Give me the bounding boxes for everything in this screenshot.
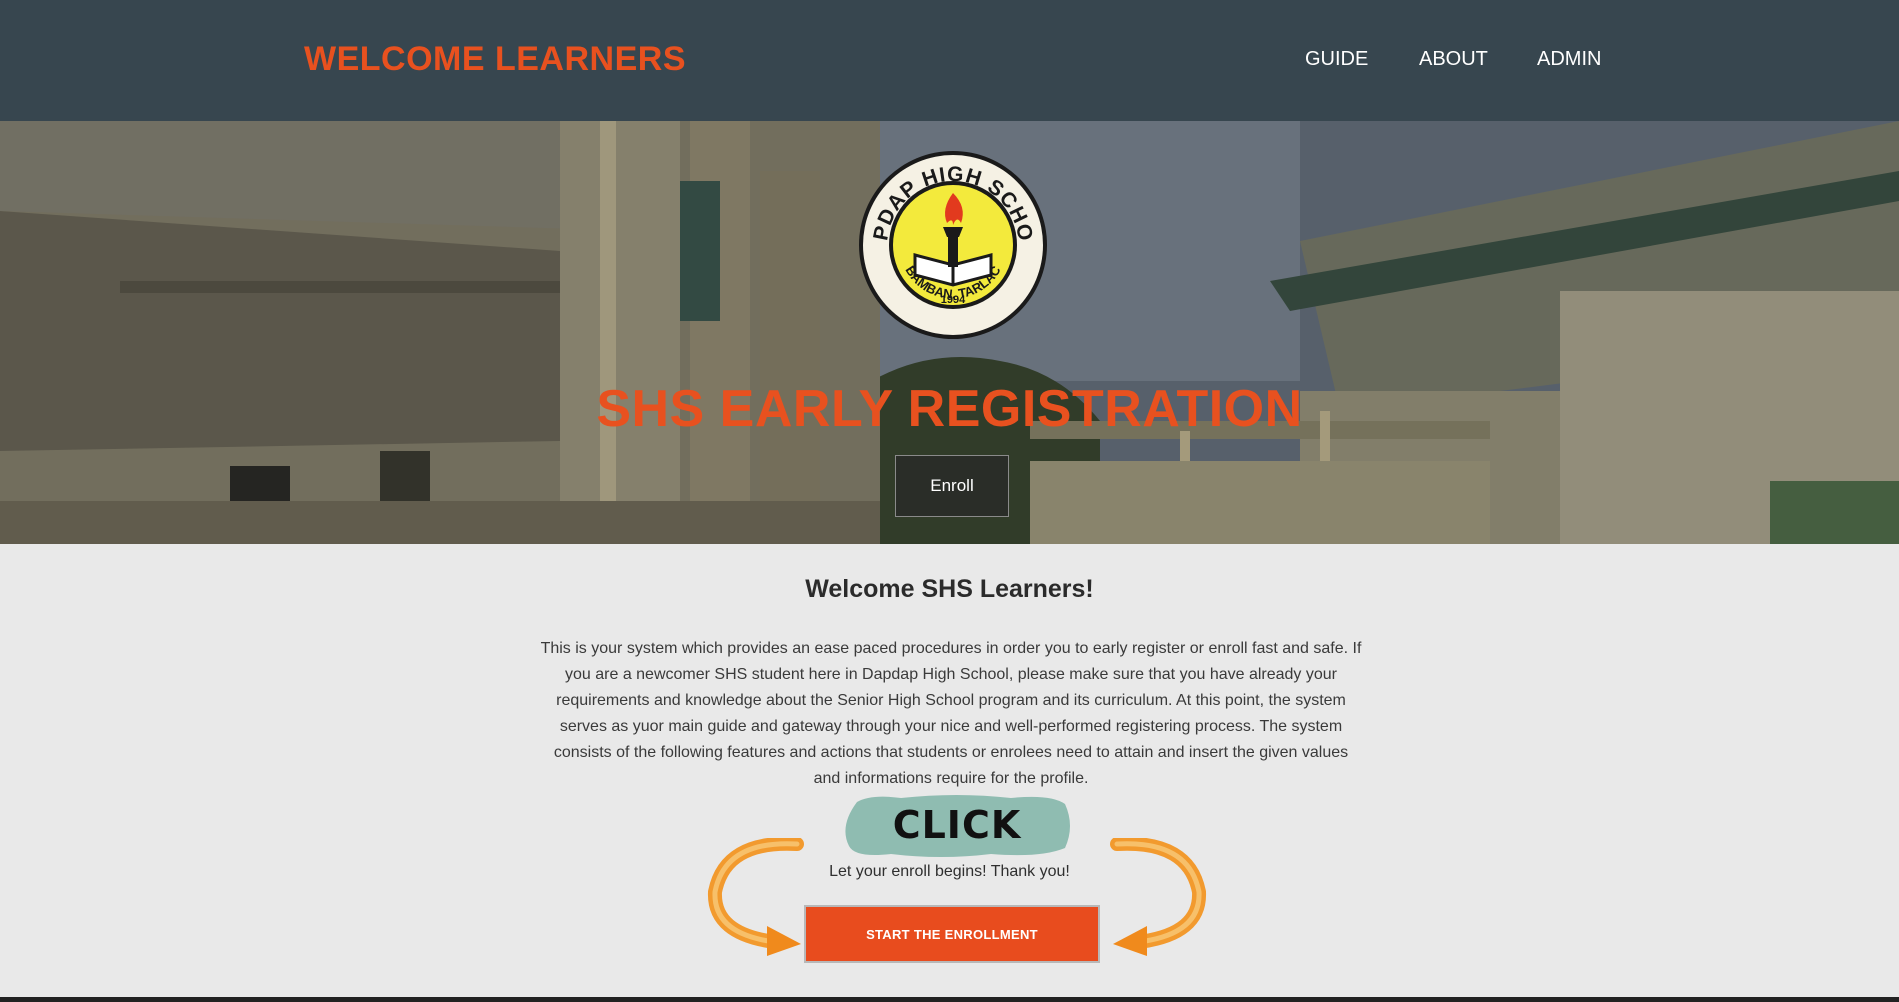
nav-admin-link[interactable]: ADMIN — [1537, 48, 1601, 71]
click-badge-image: CLICK — [845, 795, 1070, 857]
nav-about-link[interactable]: ABOUT — [1419, 48, 1488, 71]
intro-paragraph: This is your system which provides an ea… — [540, 640, 1362, 787]
curved-arrow-right-icon — [1110, 838, 1207, 956]
start-enrollment-button[interactable]: START THE ENROLLMENT — [804, 905, 1100, 963]
top-navbar: WELCOME LEARNERS GUIDE ABOUT ADMIN — [0, 0, 1899, 121]
logo-year: 1994 — [941, 294, 966, 306]
curved-arrow-left-icon — [707, 838, 804, 956]
footer-border — [0, 997, 1899, 1002]
thanks-text: Let your enroll begins! Thank you! — [829, 863, 1070, 880]
nav-guide-link[interactable]: GUIDE — [1305, 48, 1368, 71]
hero-banner: DAPDAP HIGH SCHOOL BAMBAN, TARLAC 1994 S… — [0, 121, 1899, 544]
brand-title[interactable]: WELCOME LEARNERS — [304, 40, 686, 79]
click-badge-text: CLICK — [893, 803, 1022, 847]
welcome-heading: Welcome SHS Learners! — [805, 575, 1094, 603]
enroll-button[interactable]: Enroll — [895, 455, 1009, 517]
hero-title: SHS EARLY REGISTRATION — [596, 380, 1303, 438]
school-logo: DAPDAP HIGH SCHOOL BAMBAN, TARLAC 1994 — [857, 147, 1047, 339]
